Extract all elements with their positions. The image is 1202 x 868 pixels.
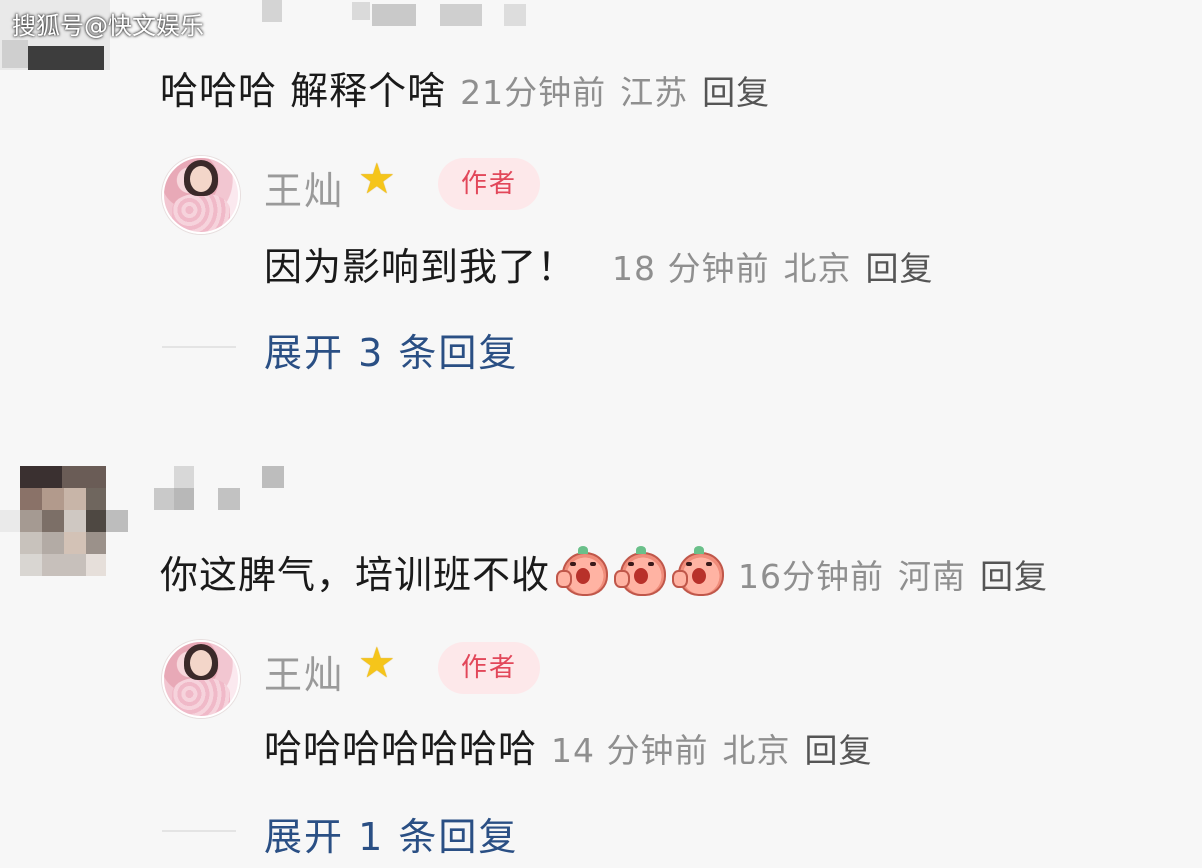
divider [162, 346, 236, 348]
star-icon: ★ [358, 638, 396, 687]
author-reply-1-location: 北京 [783, 249, 852, 288]
comment-2: 你这脾气，培训班不收 16分钟前 河南 回复 [160, 544, 1048, 599]
avatar-face-shape [190, 650, 212, 676]
comment-1-time: 21分钟前 [460, 73, 607, 112]
crying-face-emoji-icon [672, 546, 725, 596]
comment-1-reply-button[interactable]: 回复 [702, 73, 770, 112]
crying-face-emoji-icon [556, 546, 609, 596]
comment-1: 哈哈哈 解释个啥 21分钟前 江苏 回复 [160, 60, 770, 115]
author-reply-1-text: 因为影响到我了！ [264, 245, 577, 289]
author-reply-2-text: 哈哈哈哈哈哈哈 [264, 727, 538, 771]
author-reply-1-reply-button[interactable]: 回复 [866, 249, 934, 288]
comment-1-location: 江苏 [620, 73, 689, 112]
author-reply-2-reply-button[interactable]: 回复 [805, 731, 873, 770]
comment-1-text: 哈哈哈 解释个啥 [160, 69, 447, 113]
expand-replies-button[interactable]: 展开 3 条回复 [264, 322, 518, 377]
author-name[interactable]: 王灿 [264, 644, 344, 699]
expand-replies-button[interactable]: 展开 1 条回复 [264, 806, 518, 861]
divider [162, 830, 236, 832]
author-reply-2-time: 14 分钟前 [551, 731, 709, 770]
avatar-dress-shape [172, 678, 230, 716]
author-reply-1-time: 18 分钟前 [612, 249, 770, 288]
comment-2-text: 你这脾气，培训班不收 [160, 553, 551, 597]
comment-2-time: 16分钟前 [738, 557, 885, 596]
author-avatar[interactable] [162, 156, 240, 234]
author-reply-2: 哈哈哈哈哈哈哈 14 分钟前 北京 回复 [264, 718, 873, 773]
author-badge: 作者 [438, 158, 540, 210]
author-reply-2-location: 北京 [722, 731, 791, 770]
watermark: 搜狐号@快文娱乐 [12, 12, 204, 40]
comment-2-reply-button[interactable]: 回复 [980, 557, 1048, 596]
crying-face-emoji-icon [614, 546, 667, 596]
avatar-dress-shape [172, 194, 230, 232]
comment-thread: 搜狐号@快文娱乐 哈哈哈 解释个啥 21分钟前 江苏 回复 王灿 ★ 作者 因为影响到… [0, 0, 1202, 868]
comment-2-location: 河南 [898, 557, 967, 596]
author-avatar[interactable] [162, 640, 240, 718]
author-badge: 作者 [438, 642, 540, 694]
star-icon: ★ [358, 154, 396, 203]
avatar-face-shape [190, 166, 212, 192]
author-name[interactable]: 王灿 [264, 160, 344, 215]
author-reply-1: 因为影响到我了！ 18 分钟前 北京 回复 [264, 236, 934, 291]
